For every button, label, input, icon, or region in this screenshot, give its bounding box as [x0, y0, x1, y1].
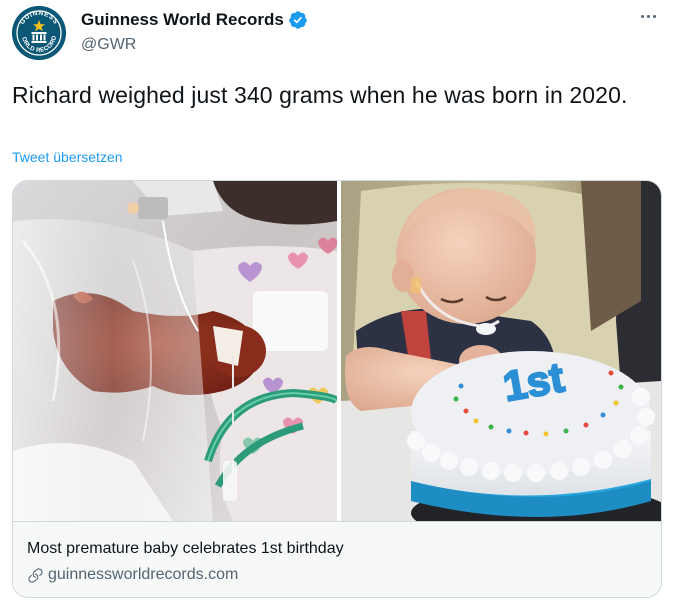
card-footer[interactable]: Most premature baby celebrates 1st birth… — [13, 521, 661, 597]
card-media[interactable]: 1st — [13, 181, 661, 521]
translate-tweet-link[interactable]: Tweet übersetzen — [12, 149, 123, 165]
card-url[interactable]: guinnessworldrecords.com — [27, 566, 238, 584]
display-name[interactable]: Guinness World Records — [81, 9, 284, 31]
link-card[interactable]: 1st Most premature baby celebrates 1st b… — [12, 180, 662, 598]
more-dot — [640, 14, 644, 18]
avatar[interactable]: GUINNESS WORLD RECORDS — [12, 6, 66, 60]
card-url-text[interactable]: guinnessworldrecords.com — [48, 566, 238, 584]
tweet-text: Richard weighed just 340 grams when he w… — [12, 82, 628, 108]
card-title[interactable]: Most premature baby celebrates 1st birth… — [27, 540, 344, 558]
more-dot — [646, 14, 650, 18]
handle[interactable]: @GWR — [81, 34, 308, 56]
guinness-world-records-logo: GUINNESS WORLD RECORDS — [12, 6, 66, 60]
more-dot — [652, 14, 656, 18]
link-icon — [28, 567, 43, 583]
premature-baby-incubator-photo[interactable] — [13, 181, 337, 521]
display-name-row[interactable]: Guinness World Records — [81, 9, 308, 31]
account-name-block: Guinness World Records @GWR — [81, 9, 308, 56]
more-dots-icon[interactable] — [636, 4, 660, 28]
tweet-header: GUINNESS WORLD RECORDS Guinness World Re… — [12, 4, 668, 62]
baby-birthday-cake-photo[interactable]: 1st — [341, 181, 661, 521]
verified-badge-icon — [289, 11, 307, 29]
